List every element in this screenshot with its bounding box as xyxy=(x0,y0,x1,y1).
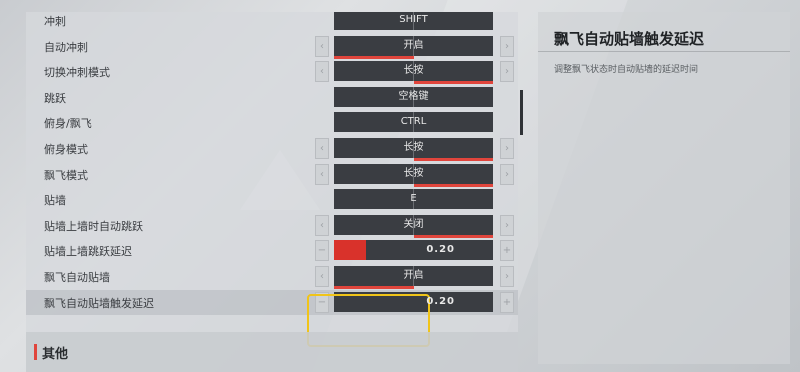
setting-value: 0.20 xyxy=(426,244,455,256)
setting-row[interactable]: 俯身/飘飞 CTRL xyxy=(26,110,518,135)
setting-row[interactable]: 贴墙 E xyxy=(26,187,518,212)
option-selector[interactable]: 开启 xyxy=(334,35,493,59)
setting-row[interactable]: 冲刺 SHIFT xyxy=(26,12,518,33)
value-slider[interactable]: 0.20 xyxy=(334,240,493,261)
state-indicator xyxy=(334,55,414,59)
setting-label: 飘飞模式 xyxy=(44,168,88,182)
setting-label: 俯身/飘飞 xyxy=(44,117,92,131)
option-selector[interactable]: 长按 xyxy=(334,61,493,85)
setting-value: 开启 xyxy=(403,270,424,281)
scrollbar-thumb[interactable] xyxy=(520,90,523,135)
state-indicator xyxy=(414,183,493,187)
state-indicator xyxy=(334,286,414,289)
chevron-right-icon[interactable]: › xyxy=(500,163,514,185)
plus-icon[interactable]: + xyxy=(500,291,514,313)
setting-row[interactable]: 贴墙上墙时自动跳跃 ‹ › 关闭 xyxy=(26,213,518,238)
option-selector[interactable]: 开启 xyxy=(334,266,493,289)
settings-list: 冲刺 SHIFT 自动冲刺 ‹ › 开启 切换冲刺模式 ‹ › 长按 跳跃 空格键 俯身/飘飞 CTRL 俯… xyxy=(26,12,518,372)
description-title: 飘飞自动贴墙触发延迟 xyxy=(554,30,705,48)
chevron-left-icon[interactable]: ‹ xyxy=(315,214,329,236)
description-panel: 飘飞自动贴墙触发延迟 调整飘飞状态时自动贴墙的延迟时间 xyxy=(538,12,790,364)
keybind-button[interactable]: 空格键 xyxy=(334,86,493,107)
setting-row[interactable]: 飘飞模式 ‹ › 长按 xyxy=(26,162,518,187)
section-marker xyxy=(34,344,37,360)
setting-value: 空格键 xyxy=(398,90,429,102)
setting-row[interactable]: 俯身模式 ‹ › 长按 xyxy=(26,136,518,161)
setting-row[interactable]: 跳跃 空格键 xyxy=(26,85,518,110)
state-indicator xyxy=(414,158,493,161)
description-divider xyxy=(538,51,790,52)
setting-value: E xyxy=(410,193,417,205)
setting-row[interactable]: 切换冲刺模式 ‹ › 长按 xyxy=(26,59,518,85)
setting-label: 飘飞自动贴墙 xyxy=(44,271,110,284)
setting-value: 0.20 xyxy=(426,295,455,307)
setting-value: 开启 xyxy=(403,39,424,51)
setting-label: 贴墙 xyxy=(44,194,66,208)
keybind-button[interactable]: E xyxy=(334,189,493,210)
scrollbar-track[interactable] xyxy=(520,10,524,360)
chevron-right-icon[interactable]: › xyxy=(500,138,514,159)
chevron-right-icon[interactable]: › xyxy=(500,214,514,236)
state-indicator xyxy=(414,81,493,85)
chevron-left-icon[interactable]: ‹ xyxy=(315,266,329,287)
setting-value: CTRL xyxy=(400,116,427,128)
setting-label: 飘飞自动贴墙触发延迟 xyxy=(44,296,154,310)
chevron-right-icon[interactable]: › xyxy=(500,266,514,287)
state-indicator xyxy=(414,234,493,238)
chevron-left-icon[interactable]: ‹ xyxy=(315,35,329,57)
setting-label: 跳跃 xyxy=(44,91,66,105)
option-selector[interactable]: 长按 xyxy=(334,163,493,187)
setting-value: SHIFT xyxy=(399,14,428,25)
setting-row[interactable]: 飘飞自动贴墙 ‹ › 开启 xyxy=(26,264,518,289)
chevron-left-icon[interactable]: ‹ xyxy=(315,61,329,83)
setting-label: 贴墙上墙时自动跳跃 xyxy=(44,219,143,233)
chevron-left-icon[interactable]: ‹ xyxy=(315,138,329,159)
setting-value: 长按 xyxy=(403,167,424,179)
setting-label: 贴墙上墙跳跃延迟 xyxy=(44,245,132,259)
option-selector[interactable]: 关闭 xyxy=(334,214,493,238)
setting-label: 俯身模式 xyxy=(44,143,88,156)
setting-label: 自动冲刺 xyxy=(44,40,88,54)
description-text: 调整飘飞状态时自动贴墙的延迟时间 xyxy=(554,65,699,75)
setting-value: 长按 xyxy=(403,142,424,153)
section-title: 其他 xyxy=(42,347,69,362)
minus-icon[interactable]: − xyxy=(315,240,329,262)
chevron-left-icon[interactable]: ‹ xyxy=(315,163,329,185)
chevron-right-icon[interactable]: › xyxy=(500,61,514,83)
section-header: 其他 xyxy=(26,332,518,372)
setting-row[interactable]: 飘飞自动贴墙触发延迟 − +0.20 xyxy=(26,289,518,315)
plus-icon[interactable]: + xyxy=(500,240,514,262)
setting-value: 长按 xyxy=(403,65,424,77)
keybind-button[interactable]: CTRL xyxy=(334,112,493,133)
setting-row[interactable]: 自动冲刺 ‹ › 开启 xyxy=(26,34,518,59)
slider-fill xyxy=(334,240,366,261)
chevron-right-icon[interactable]: › xyxy=(500,35,514,57)
option-selector[interactable]: 长按 xyxy=(334,138,493,161)
setting-value: 关闭 xyxy=(403,218,424,230)
setting-label: 冲刺 xyxy=(44,15,66,28)
setting-row[interactable]: 贴墙上墙跳跃延迟 − +0.20 xyxy=(26,238,518,263)
keybind-button[interactable]: SHIFT xyxy=(334,12,493,30)
setting-label: 切换冲刺模式 xyxy=(44,66,110,80)
